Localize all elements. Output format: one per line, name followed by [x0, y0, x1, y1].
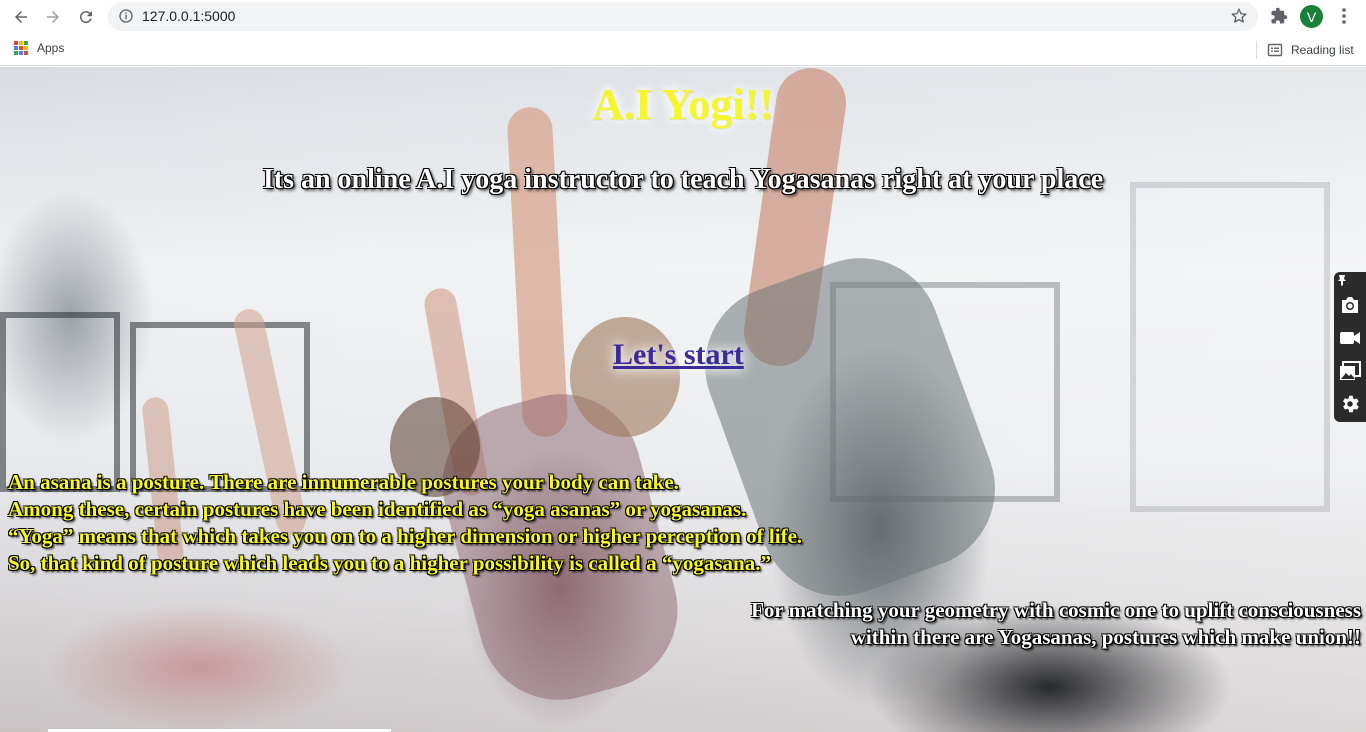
address-bar[interactable]: 127.0.0.1:5000	[108, 2, 1258, 31]
cosmic-line: within there are Yogasanas, postures whi…	[850, 625, 1361, 649]
background-figure	[570, 317, 680, 437]
background-figure	[506, 106, 569, 438]
forward-icon	[47, 11, 59, 23]
back-button[interactable]	[8, 4, 34, 30]
asana-line: Among these, certain postures have been …	[8, 497, 747, 521]
asana-line: An asana is a posture. There are innumer…	[8, 470, 679, 494]
back-icon	[15, 11, 27, 23]
gallery-button[interactable]	[1339, 360, 1361, 382]
lets-start-link[interactable]: Let's start	[613, 338, 744, 372]
background-window	[1130, 182, 1330, 512]
page-subtitle: Its an online A.I yoga instructor to tea…	[262, 164, 1104, 195]
gallery-icon	[1340, 361, 1361, 380]
apps-bookmark[interactable]: Apps	[14, 41, 64, 55]
browser-toolbar: 127.0.0.1:5000 V	[0, 0, 1366, 34]
divider	[1256, 41, 1257, 59]
page-hero: A.I Yogi!! Its an online A.I yoga instru…	[0, 67, 1366, 732]
asana-line: So, that kind of posture which leads you…	[8, 551, 771, 575]
extensions-icon[interactable]	[1270, 7, 1288, 25]
record-video-button[interactable]	[1339, 327, 1361, 349]
background-window	[0, 312, 120, 492]
reload-button[interactable]	[73, 4, 99, 30]
menu-icon[interactable]	[1336, 6, 1352, 26]
bookmarks-bar: Apps Reading list	[0, 34, 1366, 66]
cosmic-quote: For matching your geometry with cosmic o…	[601, 597, 1361, 651]
profile-avatar[interactable]: V	[1300, 5, 1323, 28]
forward-button[interactable]	[40, 4, 66, 30]
reading-list-label: Reading list	[1291, 43, 1354, 57]
star-icon[interactable]	[1230, 7, 1248, 25]
apps-grid-icon	[14, 41, 28, 55]
reload-icon	[79, 11, 92, 24]
asana-line: “Yoga” means that which takes you on to …	[8, 524, 803, 548]
settings-icon	[1343, 395, 1359, 413]
settings-button[interactable]	[1339, 393, 1361, 415]
page-title: A.I Yogi!!	[592, 80, 774, 129]
video-icon	[1340, 332, 1360, 344]
url-text: 127.0.0.1:5000	[142, 8, 236, 24]
capture-sidebar	[1334, 272, 1366, 422]
camera-icon	[1342, 297, 1358, 313]
asana-description: An asana is a posture. There are innumer…	[8, 469, 1008, 577]
cosmic-line: For matching your geometry with cosmic o…	[751, 598, 1361, 622]
info-icon[interactable]	[118, 8, 134, 24]
reading-list-button[interactable]: Reading list	[1256, 41, 1354, 59]
screenshot-button[interactable]	[1339, 294, 1361, 316]
apps-label: Apps	[37, 41, 65, 55]
reading-list-icon	[1267, 43, 1283, 57]
pin-icon[interactable]	[1336, 274, 1348, 286]
